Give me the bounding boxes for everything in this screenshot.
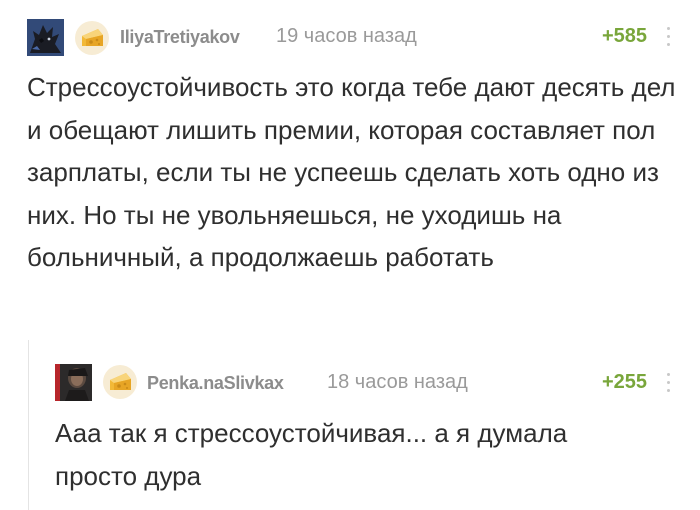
comment-time: 19 часов назад: [276, 25, 417, 47]
reply-comment: Penka.naSlivkax 18 часов назад +255 Ааа …: [0, 340, 700, 510]
more-menu-icon[interactable]: [666, 373, 672, 395]
user-avatar[interactable]: [27, 19, 64, 56]
more-menu-icon[interactable]: [666, 27, 672, 49]
cheese-icon: [74, 20, 110, 56]
comment-rating: +585: [601, 25, 647, 47]
cheese-icon: [102, 364, 138, 400]
comment-header: Penka.naSlivkax 18 часов назад +255: [0, 364, 700, 404]
username[interactable]: Penka.naSlivkax: [147, 373, 284, 394]
comment-text: Стрессоустойчивость это когда тебе дают …: [27, 72, 676, 272]
comment-time: 18 часов назад: [327, 371, 468, 393]
comment-header: IliyaTretiyakov 19 часов назад +585: [0, 18, 700, 58]
user-avatar[interactable]: [55, 364, 92, 401]
comment-text: Ааа так я стрессоустойчивая... а я думал…: [55, 418, 568, 491]
comment-rating: +255: [601, 371, 647, 393]
comment: IliyaTretiyakov 19 часов назад +585 Стре…: [0, 0, 700, 330]
username[interactable]: IliyaTretiyakov: [120, 27, 240, 48]
